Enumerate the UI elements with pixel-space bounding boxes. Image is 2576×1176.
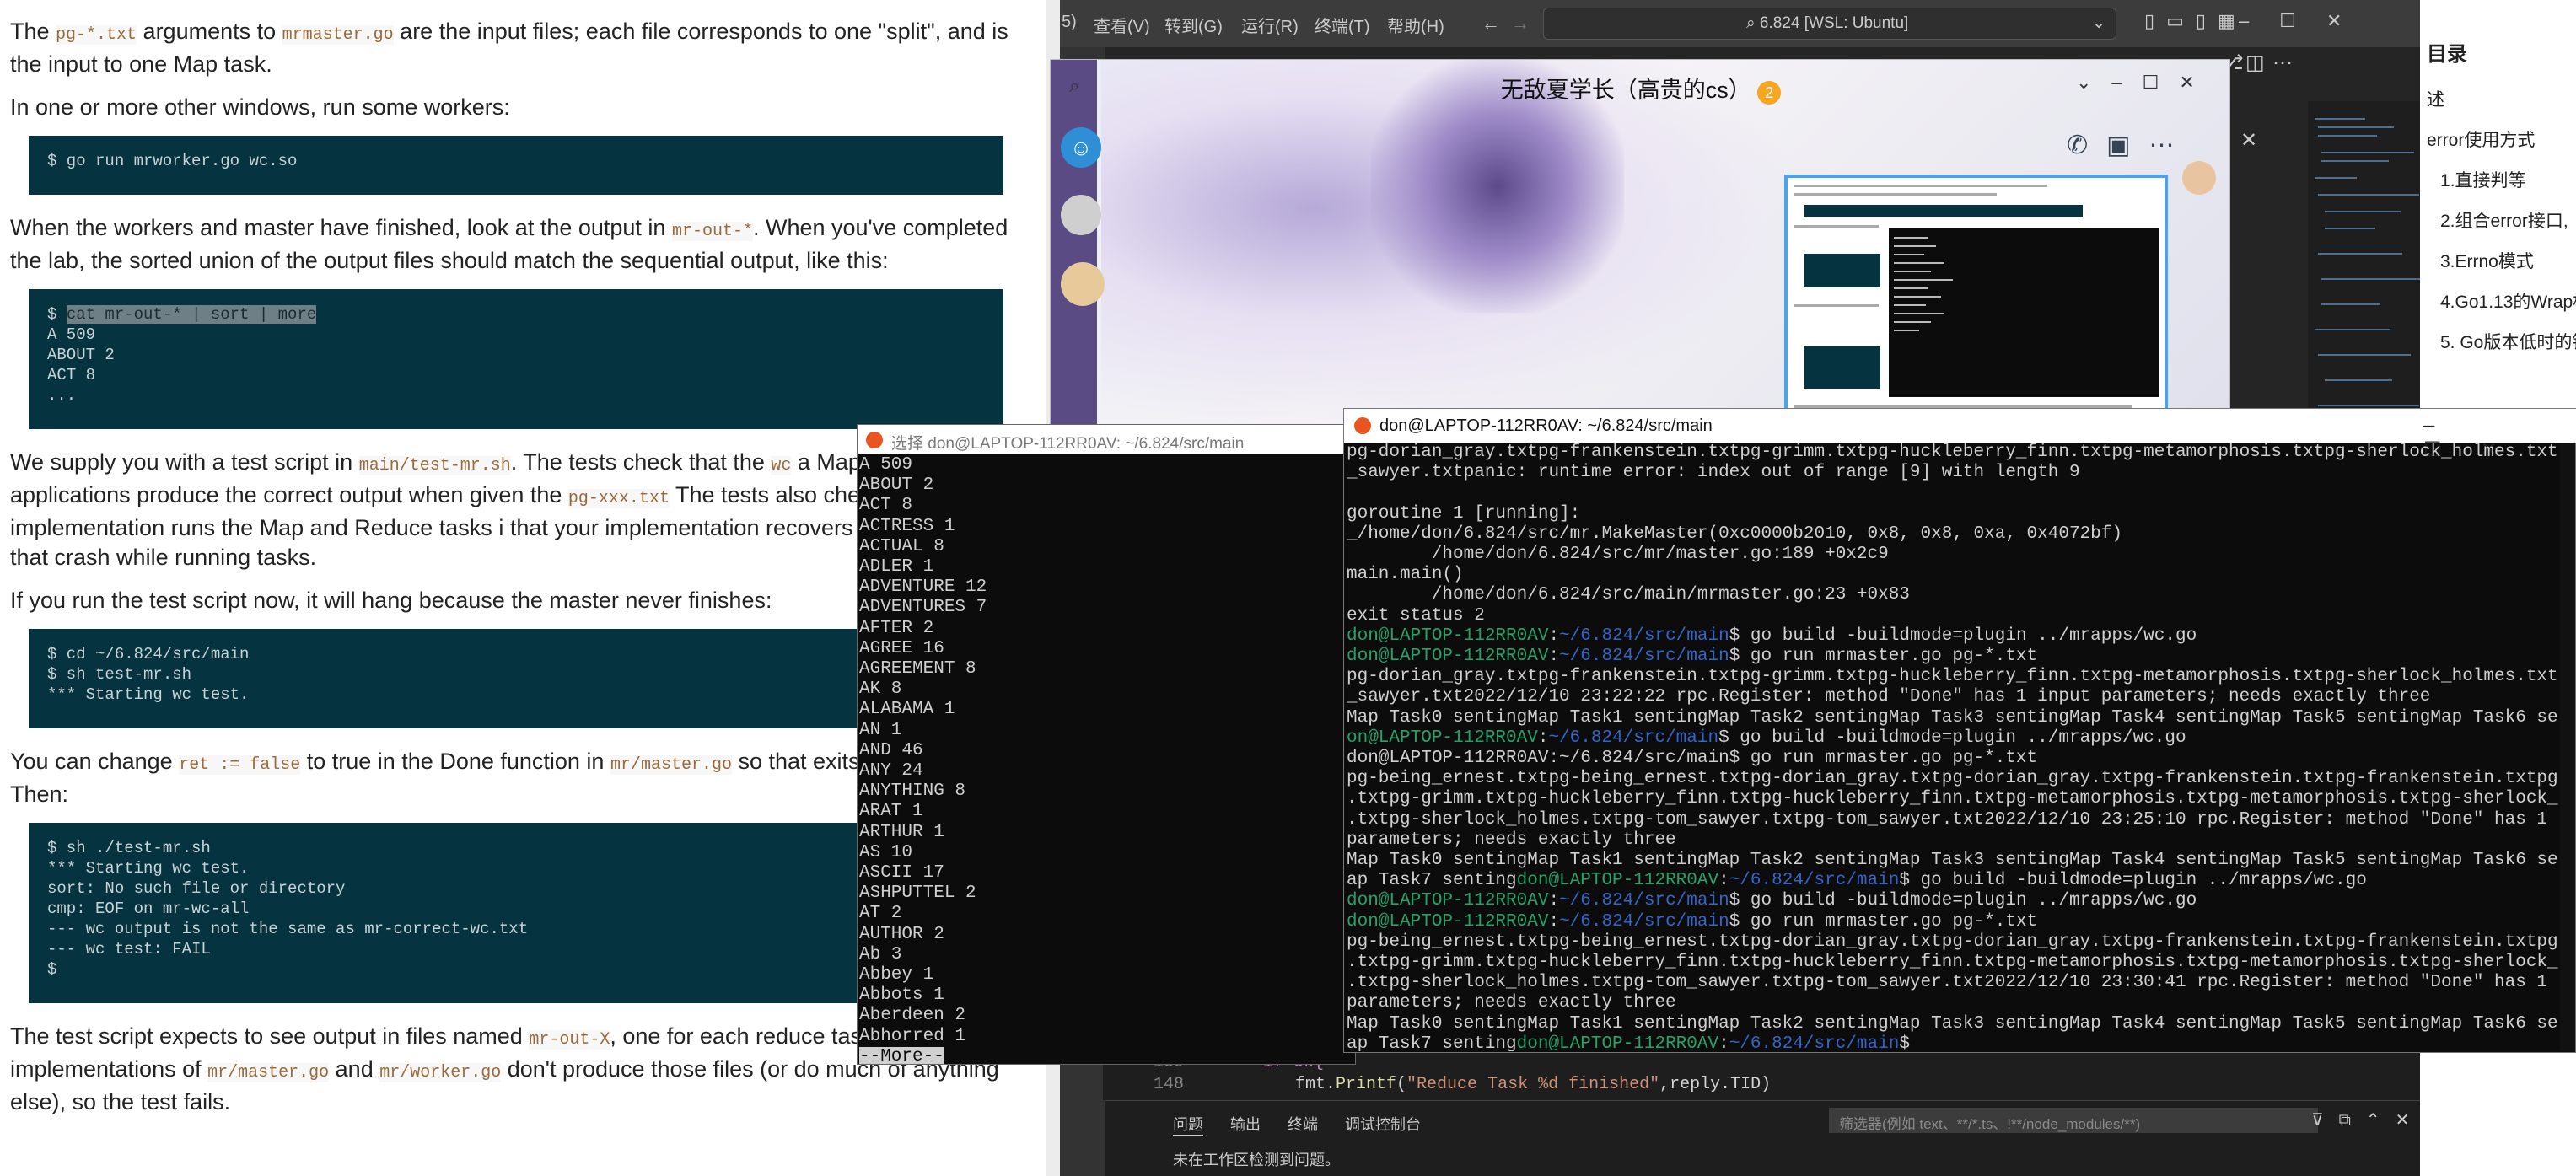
paragraph: The pg-*.txt arguments to mrmaster.go ar…: [10, 19, 1008, 77]
line-number: 148: [1154, 1075, 1185, 1094]
level-badge: 2: [1757, 81, 1782, 105]
terminal-line: ANY 24: [859, 761, 923, 781]
outline-item[interactable]: 1.直接判等: [2440, 167, 2526, 192]
panel-actions[interactable]: ⊽⧉⌃✕: [2311, 1109, 2424, 1130]
terminal-line: AN 1: [859, 720, 902, 740]
tab-terminal[interactable]: 终端: [1288, 1113, 1318, 1135]
bottom-panel: 问题 输出 终端 调试控制台 筛选器(例如 text、**/*.ts、!**/n…: [1105, 1100, 2445, 1176]
terminal-line: ASHPUTTEL 2: [859, 883, 976, 904]
menu-terminal[interactable]: 终端(T): [1315, 13, 1370, 37]
shared-screenshot-image[interactable]: [1784, 175, 2168, 427]
menu-help[interactable]: 帮助(H): [1387, 13, 1444, 37]
paragraph: When the workers and master have finishe…: [10, 215, 1008, 273]
terminal-window-main[interactable]: don@LAPTOP-112RR0AV: ~/6.824/src/main –☐…: [1343, 408, 2576, 1053]
terminal-output[interactable]: A 509 ABOUT 2 ACT 8 ACTRESS 1 ACTUAL 8 ADLER …: [858, 455, 1355, 1064]
selected-text: cat mr-out-* | sort | more: [66, 305, 317, 324]
terminal-line: ADLER 1: [859, 557, 934, 577]
terminal-line: ADVENTURES 7: [859, 598, 987, 618]
terminal-line: ALABAMA 1: [859, 700, 955, 720]
terminal-line: AK 8: [859, 679, 902, 700]
terminal-line: ARAT 1: [859, 802, 923, 822]
back-arrow-icon[interactable]: ←: [1482, 13, 1500, 35]
menu-item[interactable]: 5): [1062, 13, 1077, 32]
search-icon: ⌕: [1746, 14, 1760, 32]
outline-item[interactable]: 3.Errno模式: [2440, 248, 2534, 273]
more-prompt: --More--: [859, 1046, 944, 1064]
command-center-search[interactable]: ⌕ 6.824 [WSL: Ubuntu] ⌄: [1543, 8, 2116, 40]
problems-message: 未在工作区检测到问题。: [1173, 1152, 1340, 1168]
terminal-line: ACT 8: [859, 496, 913, 516]
terminal-output[interactable]: pg-dorian_gray.txtpg-frankenstein.txtpg-…: [1344, 443, 2558, 1051]
terminal-titlebar[interactable]: 选择 don@LAPTOP-112RR0AV: ~/6.824/src/main: [858, 425, 1355, 454]
more-icon[interactable]: ⋯: [2149, 132, 2193, 159]
terminal-line: AND 46: [859, 740, 923, 760]
terminal-line: Abbey 1: [859, 965, 934, 985]
terminal-line: ANYTHING 8: [859, 781, 966, 802]
outline-item[interactable]: 5. Go版本低时的错: [2440, 329, 2576, 354]
terminal-line: Abhorred 1: [859, 1026, 966, 1046]
qq-sidebar: [1051, 60, 1097, 429]
outline-title: 目录: [2427, 43, 2467, 66]
terminal-titlebar[interactable]: don@LAPTOP-112RR0AV: ~/6.824/src/main: [1344, 409, 2576, 443]
terminal-line: Ab 3: [859, 944, 902, 964]
terminal-line: AFTER 2: [859, 618, 934, 638]
more-icon[interactable]: ⋯: [2272, 51, 2293, 75]
qq-chat-window: ⌕ 无敌夏学长（高贵的cs） 2 ⌄–☐✕ ☺ ✆▣⋯: [1050, 59, 2230, 430]
vscode-titlebar: 5) 查看(V) 转到(G) 运行(R) 终端(T) 帮助(H) ← → ⌕ 6…: [1060, 0, 2445, 47]
chevron-down-icon[interactable]: ⌄: [2092, 13, 2105, 33]
code-block: $ cat mr-out-* | sort | more A 509 ABOUT…: [29, 289, 1003, 429]
scrollbar[interactable]: [2560, 443, 2575, 1051]
avatar[interactable]: [1061, 262, 1105, 306]
terminal-line: AGREE 16: [859, 638, 944, 658]
video-call-icon[interactable]: ▣: [2106, 132, 2148, 159]
tab-output[interactable]: 输出: [1230, 1113, 1261, 1135]
split-editor-icon[interactable]: ◫: [2245, 51, 2265, 75]
outline-item[interactable]: 述: [2427, 86, 2444, 111]
terminal-line: A 509: [859, 455, 913, 475]
outline-item[interactable]: 4.Go1.13的Wrap模: [2440, 288, 2576, 314]
forward-arrow-icon[interactable]: →: [1511, 13, 1530, 35]
paragraph: In one or more other windows, run some w…: [10, 94, 510, 120]
terminal-window-more[interactable]: 选择 don@LAPTOP-112RR0AV: ~/6.824/src/main…: [857, 424, 1356, 1065]
terminal-line: Aberdeen 2: [859, 1006, 966, 1026]
terminal-line: ABOUT 2: [859, 475, 934, 496]
chat-title: 无敌夏学长（高贵的cs） 2: [1051, 72, 2229, 105]
contacts-icon[interactable]: ☺: [1061, 127, 1101, 168]
terminal-line: AGREEMENT 8: [859, 659, 976, 679]
terminal-line: AUTHOR 2: [859, 924, 944, 944]
menu-view[interactable]: 查看(V): [1094, 13, 1150, 37]
outline-item[interactable]: error使用方式: [2427, 126, 2535, 152]
avatar[interactable]: [2182, 161, 2216, 195]
layout-toggle-icons[interactable]: ▯▭▯▦: [2144, 10, 2247, 32]
code-block: $ go run mrworker.go wc.so: [29, 136, 1003, 195]
close-icon[interactable]: ✕: [2240, 128, 2257, 153]
terminal-line: ASCII 17: [859, 863, 944, 883]
workspace-name: 6.824 [WSL: Ubuntu]: [1759, 14, 1909, 32]
terminal-line: ACTUAL 8: [859, 536, 944, 556]
ubuntu-icon: [866, 432, 883, 448]
terminal-line: AT 2: [859, 904, 902, 924]
avatar[interactable]: [1061, 195, 1101, 235]
window-controls[interactable]: –☐✕: [2239, 10, 2372, 32]
code-line: fmt.Printf("Reduce Task %d finished",rep…: [1295, 1075, 1772, 1094]
terminal-line: ARTHUR 1: [859, 822, 944, 842]
terminal-line: ADVENTURE 12: [859, 577, 987, 598]
tab-problems[interactable]: 问题: [1173, 1113, 1203, 1136]
outline-item[interactable]: 2.组合error接口,: [2440, 207, 2568, 233]
ubuntu-icon: [1354, 417, 1371, 434]
tab-debug-console[interactable]: 调试控制台: [1345, 1113, 1421, 1135]
terminal-line: AS 10: [859, 842, 913, 862]
phone-icon[interactable]: ✆: [2067, 132, 2106, 159]
terminal-line: ACTRESS 1: [859, 516, 955, 536]
problems-filter-input[interactable]: 筛选器(例如 text、**/*.ts、!**/node_modules/**): [1829, 1108, 2318, 1133]
menu-goto[interactable]: 转到(G): [1164, 13, 1223, 37]
menu-run[interactable]: 运行(R): [1241, 13, 1299, 37]
window-controls[interactable]: ⌄–☐✕: [2076, 72, 2215, 94]
chat-actions: ✆▣⋯: [2067, 131, 2193, 160]
terminal-line: Abbots 1: [859, 985, 944, 1006]
